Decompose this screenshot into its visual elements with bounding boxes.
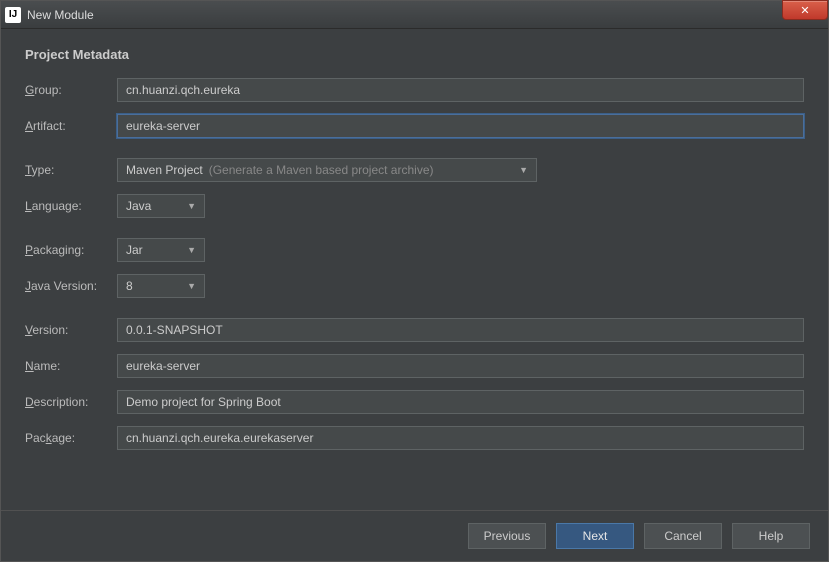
row-version: Version: xyxy=(25,318,804,342)
label-package: Package: xyxy=(25,431,117,445)
help-button[interactable]: Help xyxy=(732,523,810,549)
type-hint: (Generate a Maven based project archive) xyxy=(209,163,434,177)
row-description: Description: xyxy=(25,390,804,414)
version-input[interactable] xyxy=(117,318,804,342)
row-artifact: Artifact: xyxy=(25,114,804,138)
label-group: Group: xyxy=(25,83,117,97)
row-java-version: Java Version: 8 ▼ xyxy=(25,274,804,298)
group-input[interactable] xyxy=(117,78,804,102)
name-input[interactable] xyxy=(117,354,804,378)
language-value: Java xyxy=(126,199,151,213)
description-input[interactable] xyxy=(117,390,804,414)
titlebar: IJ New Module ✕ xyxy=(1,1,828,29)
dialog-footer: Previous Next Cancel Help xyxy=(1,510,828,561)
window-title: New Module xyxy=(27,8,94,22)
chevron-down-icon: ▼ xyxy=(187,201,196,211)
java-version-value: 8 xyxy=(126,279,133,293)
new-module-dialog: IJ New Module ✕ Project Metadata Group: … xyxy=(0,0,829,562)
row-group: Group: xyxy=(25,78,804,102)
row-package: Package: xyxy=(25,426,804,450)
label-version: Version: xyxy=(25,323,117,337)
package-input[interactable] xyxy=(117,426,804,450)
section-heading: Project Metadata xyxy=(25,47,804,62)
chevron-down-icon: ▼ xyxy=(187,281,196,291)
previous-button[interactable]: Previous xyxy=(468,523,546,549)
cancel-button[interactable]: Cancel xyxy=(644,523,722,549)
label-name: Name: xyxy=(25,359,117,373)
row-name: Name: xyxy=(25,354,804,378)
label-packaging: Packaging: xyxy=(25,243,117,257)
type-value: Maven Project xyxy=(126,163,203,177)
chevron-down-icon: ▼ xyxy=(519,165,528,175)
close-icon: ✕ xyxy=(800,4,809,17)
language-select[interactable]: Java ▼ xyxy=(117,194,205,218)
label-type: Type: xyxy=(25,163,117,177)
java-version-select[interactable]: 8 ▼ xyxy=(117,274,205,298)
window-close-button[interactable]: ✕ xyxy=(782,0,828,20)
packaging-value: Jar xyxy=(126,243,143,257)
chevron-down-icon: ▼ xyxy=(187,245,196,255)
row-type: Type: Maven Project (Generate a Maven ba… xyxy=(25,158,804,182)
row-language: Language: Java ▼ xyxy=(25,194,804,218)
artifact-input[interactable] xyxy=(117,114,804,138)
dialog-body: Project Metadata Group: Artifact: Type: … xyxy=(1,29,828,510)
label-description: Description: xyxy=(25,395,117,409)
row-packaging: Packaging: Jar ▼ xyxy=(25,238,804,262)
packaging-select[interactable]: Jar ▼ xyxy=(117,238,205,262)
label-java-version: Java Version: xyxy=(25,279,117,293)
type-select[interactable]: Maven Project (Generate a Maven based pr… xyxy=(117,158,537,182)
intellij-icon: IJ xyxy=(5,7,21,23)
label-language: Language: xyxy=(25,199,117,213)
label-artifact: Artifact: xyxy=(25,119,117,133)
next-button[interactable]: Next xyxy=(556,523,634,549)
